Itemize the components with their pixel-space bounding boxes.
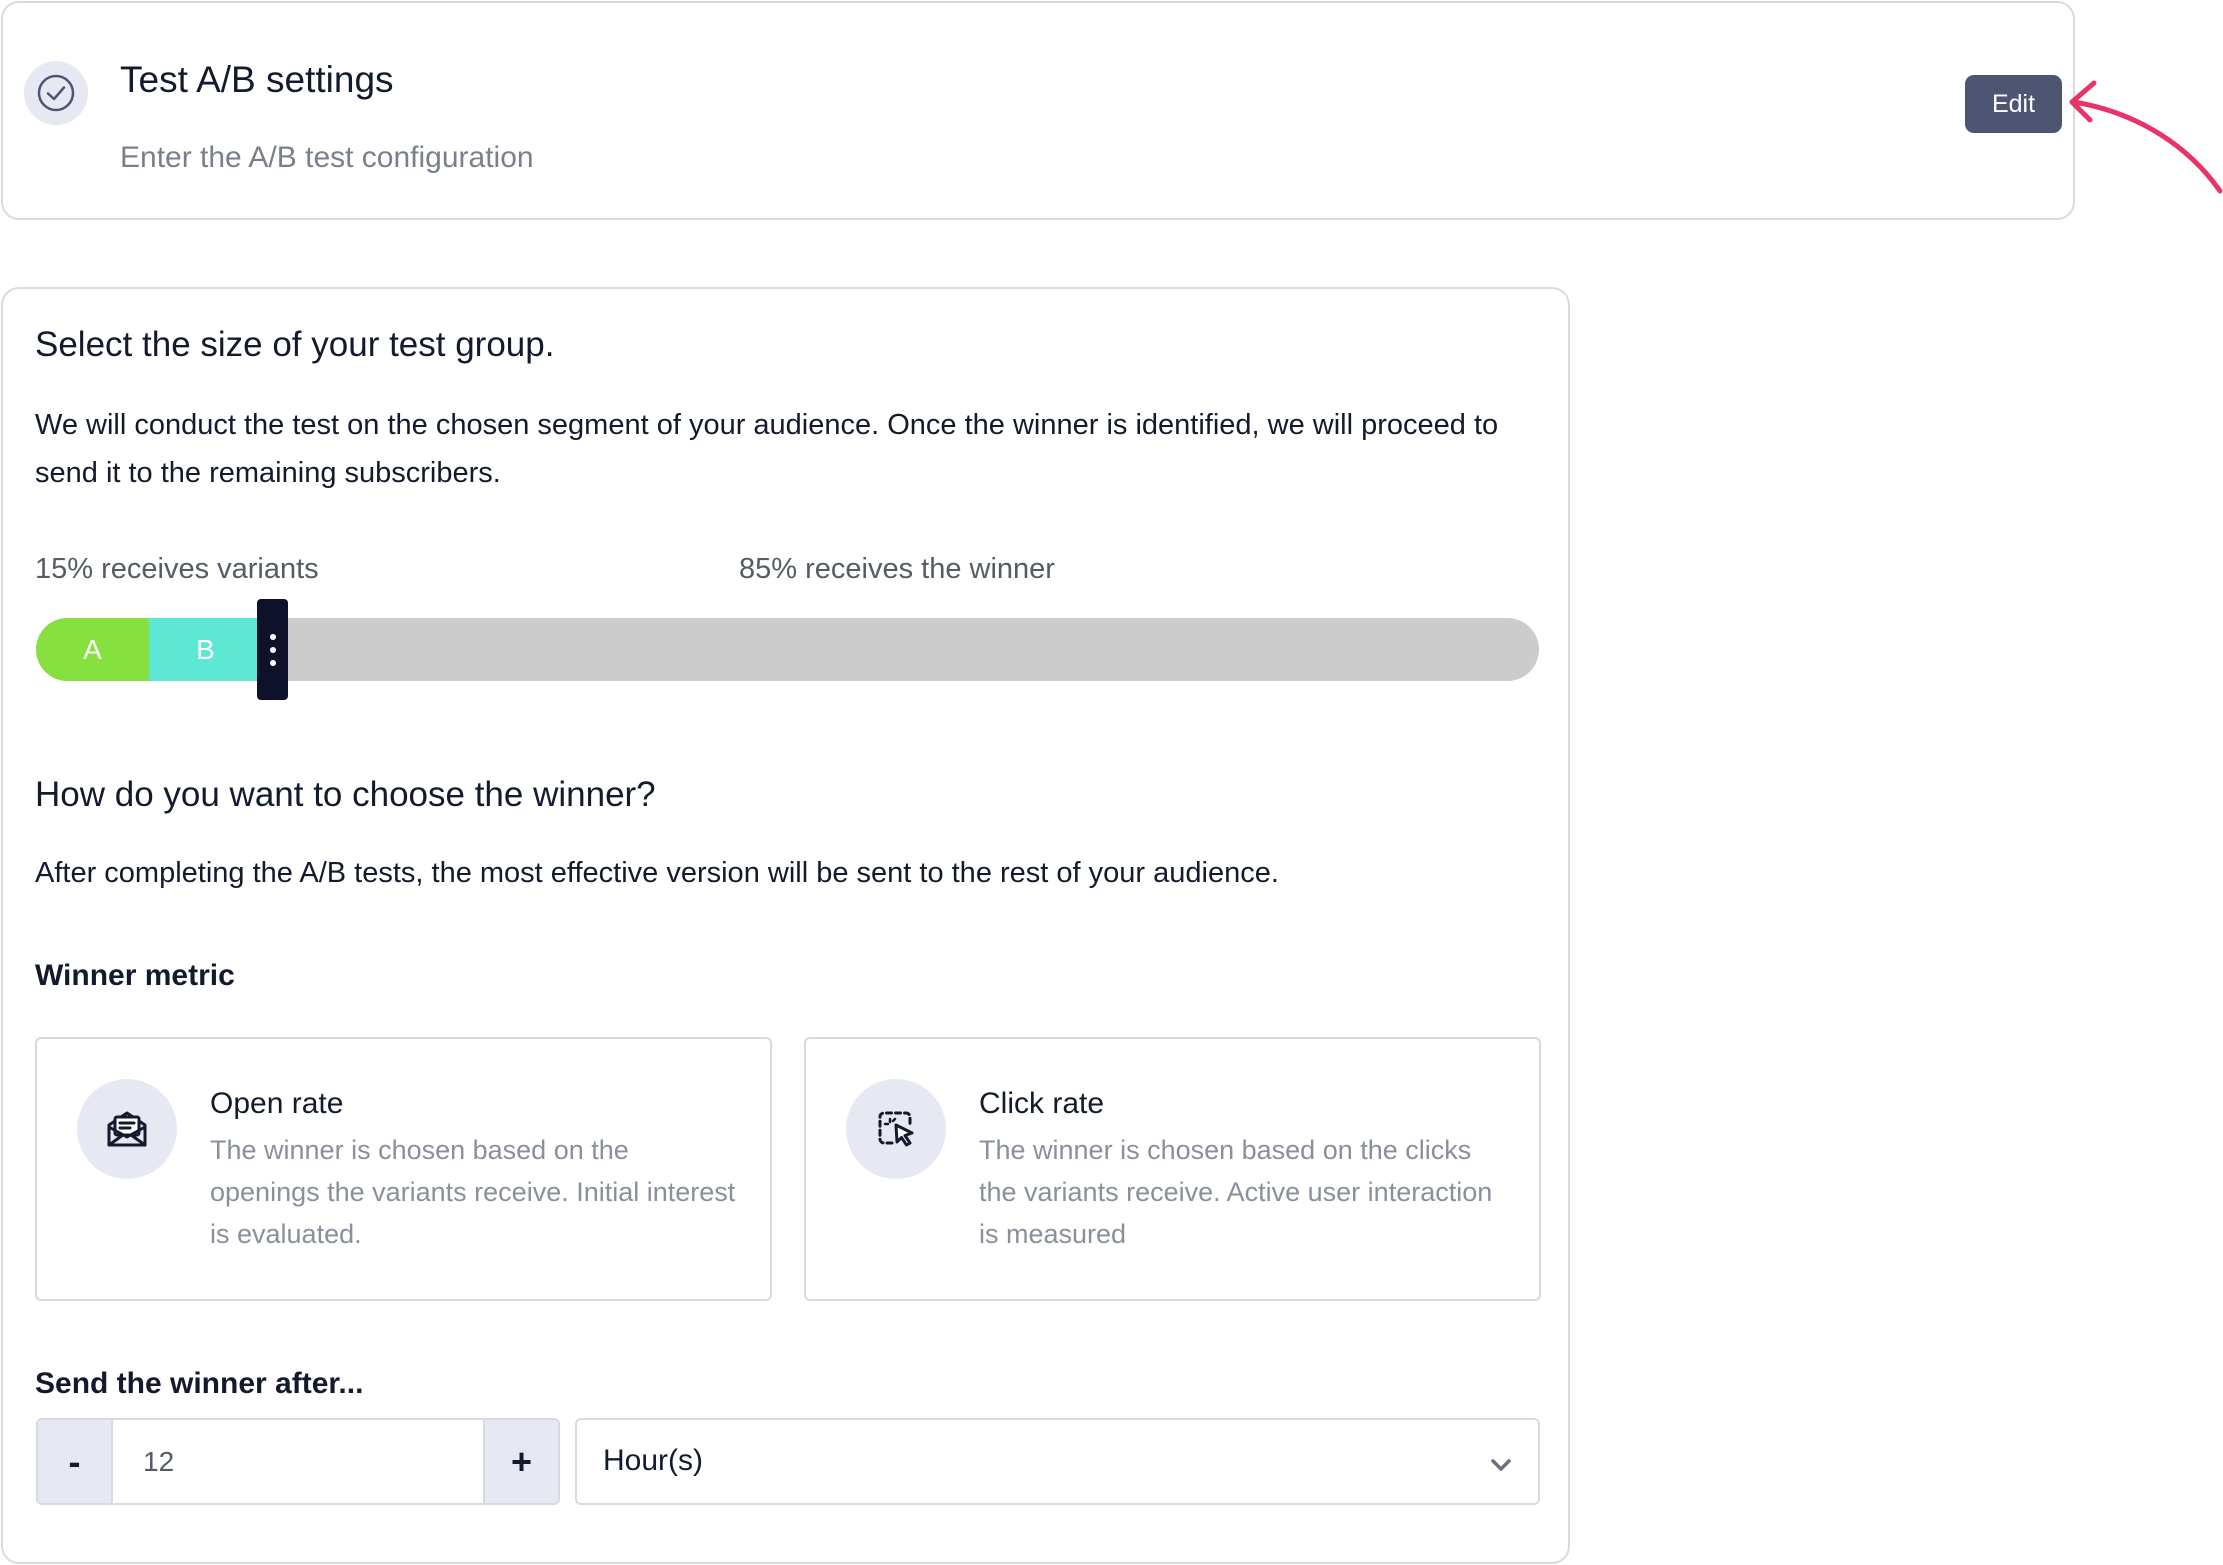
check-circle-icon [24, 61, 88, 125]
edit-button[interactable]: Edit [1965, 75, 2062, 133]
annotation-arrow-icon [2069, 80, 2223, 194]
test-group-description: We will conduct the test on the chosen s… [35, 409, 1499, 489]
handle-grip-dot [269, 659, 276, 666]
winner-split-label: 85% receives the winner [739, 553, 1055, 585]
send-after-label: Send the winner after... [35, 1367, 364, 1400]
page-title: Test A/B settings [120, 59, 394, 100]
winner-section-description: After completing the A/B tests, the most… [35, 857, 1279, 889]
slider-handle[interactable] [257, 599, 288, 700]
winner-section-title: How do you want to choose the winner? [35, 775, 656, 814]
chevron-down-icon [1491, 1459, 1511, 1471]
page-subtitle: Enter the A/B test configuration [120, 141, 534, 174]
cursor-click-icon [846, 1079, 946, 1179]
variant-a-segment: A [36, 618, 149, 681]
click-rate-description: The winner is chosen based on the clicks… [979, 1135, 1493, 1249]
duration-input[interactable] [115, 1420, 473, 1503]
decrement-button[interactable]: - [38, 1420, 113, 1503]
winner-metric-label: Winner metric [35, 959, 235, 992]
increment-button[interactable]: + [483, 1420, 558, 1503]
handle-grip-dot [269, 646, 276, 653]
duration-unit-select[interactable]: Hour(s) [575, 1418, 1540, 1505]
duration-stepper: - + [36, 1418, 560, 1505]
duration-unit-value: Hour(s) [603, 1444, 704, 1477]
variant-b-segment: B [149, 618, 262, 681]
ab-config-card: Select the size of your test group. We w… [1, 287, 1570, 1564]
open-rate-title: Open rate [210, 1087, 344, 1120]
variants-split-label: 15% receives variants [35, 553, 319, 585]
ab-settings-header-card: Test A/B settings Enter the A/B test con… [1, 1, 2075, 220]
handle-grip-icon [269, 633, 276, 640]
metric-option-click-rate[interactable]: Click rate The winner is chosen based on… [804, 1037, 1541, 1301]
envelope-open-icon [77, 1079, 177, 1179]
metric-option-open-rate[interactable]: Open rate The winner is chosen based on … [35, 1037, 772, 1301]
click-rate-title: Click rate [979, 1087, 1105, 1120]
test-group-title: Select the size of your test group. [35, 325, 555, 364]
open-rate-description: The winner is chosen based on the openin… [210, 1135, 736, 1249]
